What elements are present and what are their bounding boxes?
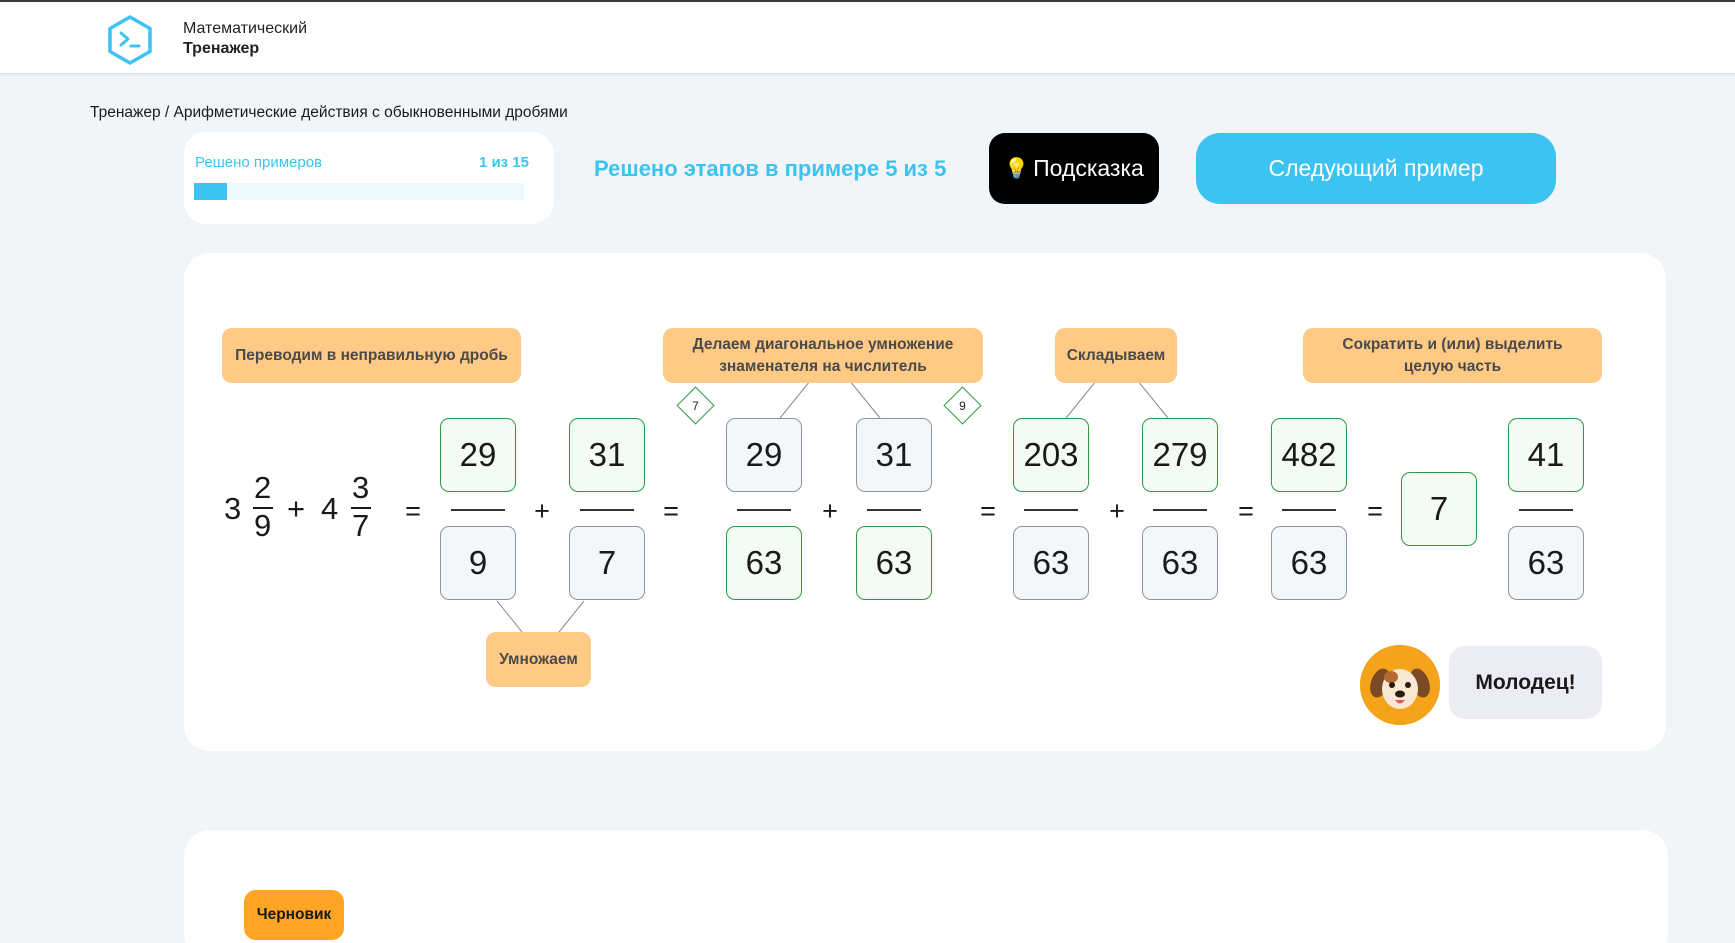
- result-whole-box[interactable]: 7: [1401, 472, 1477, 546]
- lightbulb-icon: 💡: [1004, 158, 1030, 180]
- progress-bar: [194, 183, 524, 200]
- common2-numerator-box[interactable]: 31: [856, 418, 932, 492]
- step-convert-tag: Переводим в неправильную дробь: [222, 328, 521, 383]
- step-reduce-tag: Сократить и (или) выделить целую часть: [1303, 328, 1602, 383]
- step-multiply-tag: Умножаем: [486, 632, 591, 687]
- stage-status: Решено этапов в примере 5 из 5: [594, 156, 947, 181]
- app-name: Математический Тренажер: [183, 19, 307, 59]
- breadcrumb[interactable]: Тренажер / Арифметические действия с обы…: [90, 104, 568, 122]
- step-diagonal-tag: Делаем диагональное умножение знаменател…: [663, 328, 983, 383]
- hint-button-label: Подсказка: [1033, 155, 1144, 181]
- improper2-denominator-box[interactable]: 7: [569, 526, 645, 600]
- puppy-avatar-icon: [1360, 645, 1440, 725]
- hint-button[interactable]: 💡 Подсказка: [989, 133, 1159, 204]
- draft-button[interactable]: Черновик: [244, 890, 344, 940]
- fraction-bar: [1282, 509, 1336, 511]
- draft-card: [184, 830, 1668, 943]
- plus-sign-1: +: [534, 496, 550, 526]
- improper1-denominator-box[interactable]: 9: [440, 526, 516, 600]
- terminal-hexagon-icon[interactable]: [104, 14, 156, 66]
- feedback-bubble: Молодец!: [1449, 646, 1602, 719]
- progress-count: 1 из 15: [478, 154, 529, 171]
- common1-numerator-box[interactable]: 29: [726, 418, 802, 492]
- mixed-plus: +: [287, 491, 306, 526]
- progress-label: Решено примеров: [195, 154, 323, 171]
- app-name-line1: Математический: [183, 20, 308, 37]
- result-numerator-box[interactable]: 41: [1508, 418, 1584, 492]
- plus-sign-2: +: [822, 496, 838, 526]
- fraction-bar: [451, 509, 505, 511]
- fraction-bar: [1024, 509, 1078, 511]
- app-name-line2: Тренажер: [183, 40, 260, 57]
- fraction-bar: [1153, 509, 1207, 511]
- mixed1-numerator: 2: [254, 470, 272, 505]
- app-header: Математический Тренажер: [0, 0, 1735, 74]
- result-denominator-box[interactable]: 63: [1508, 526, 1584, 600]
- product2-denominator-box[interactable]: 63: [1142, 526, 1218, 600]
- mixed2-numerator: 3: [352, 470, 370, 505]
- progress-card: Решено примеров 1 из 15: [184, 132, 554, 224]
- equals-sign-4: =: [1238, 496, 1254, 526]
- common2-denominator-box[interactable]: 63: [856, 526, 932, 600]
- plus-sign-3: +: [1109, 496, 1125, 526]
- initial-expression: 3 2 9 + 4 3 7: [224, 470, 384, 544]
- mixed2-whole: 4: [321, 491, 339, 526]
- mixed1-whole: 3: [224, 491, 242, 526]
- sum-numerator-box[interactable]: 482: [1271, 418, 1347, 492]
- improper1-numerator-box[interactable]: 29: [440, 418, 516, 492]
- equals-sign-2: =: [663, 496, 679, 526]
- fraction-bar: [580, 509, 634, 511]
- step-add-tag: Складываем: [1055, 328, 1177, 383]
- fraction-bar: [867, 509, 921, 511]
- fraction-bar: [1519, 509, 1573, 511]
- mixed2-denominator: 7: [352, 508, 370, 543]
- equals-sign-1: =: [405, 496, 421, 526]
- fraction-bar: [737, 509, 791, 511]
- equals-sign-3: =: [980, 496, 996, 526]
- equals-sign-5: =: [1367, 496, 1383, 526]
- product1-denominator-box[interactable]: 63: [1013, 526, 1089, 600]
- mixed1-denominator: 9: [254, 508, 272, 543]
- progress-bar-fill: [194, 183, 227, 200]
- common1-denominator-box[interactable]: 63: [726, 526, 802, 600]
- next-example-button[interactable]: Следующий пример: [1196, 133, 1556, 204]
- product2-numerator-box[interactable]: 279: [1142, 418, 1218, 492]
- sum-denominator-box[interactable]: 63: [1271, 526, 1347, 600]
- factor-2-label: 9: [959, 398, 966, 413]
- improper2-numerator-box[interactable]: 31: [569, 418, 645, 492]
- product1-numerator-box[interactable]: 203: [1013, 418, 1089, 492]
- factor-1-label: 7: [692, 398, 699, 413]
